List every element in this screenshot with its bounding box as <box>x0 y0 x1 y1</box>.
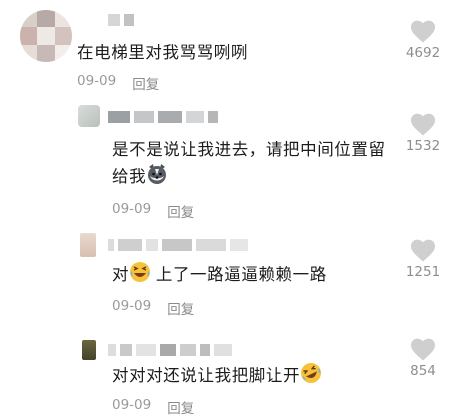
heart-icon <box>410 239 436 262</box>
comment-text-content: 对对对还说让我把脚让开 <box>112 366 301 385</box>
husky-face-icon <box>146 163 168 193</box>
reply-button[interactable]: 回复 <box>167 397 194 417</box>
comment-date: 09-09 <box>112 298 152 314</box>
comment-text: 对 上了一路逼逼赖赖一路 <box>112 261 327 291</box>
username-blurred[interactable] <box>108 239 248 251</box>
like-count: 1251 <box>405 264 441 280</box>
comment-meta: 09-09 回复 <box>112 397 194 417</box>
heart-icon <box>410 338 436 361</box>
comment-meta: 09-09 回复 <box>112 298 194 318</box>
reply-button[interactable]: 回复 <box>132 73 159 93</box>
username-blurred[interactable] <box>108 344 232 356</box>
comment-date: 09-09 <box>112 397 152 413</box>
comment-item: 对 上了一路逼逼赖赖一路 09-09 回复 1251 <box>0 217 453 322</box>
like-button[interactable]: 854 <box>393 338 453 379</box>
comment-text: 对对对还说让我把脚让开 <box>112 362 322 392</box>
rofl-face-icon <box>300 362 322 392</box>
like-button[interactable]: 4692 <box>393 20 453 61</box>
comment-text: 是不是说让我进去，请把中间位置留给我 <box>112 137 402 193</box>
comment-meta: 09-09 回复 <box>77 73 159 93</box>
avatar[interactable] <box>80 233 96 257</box>
like-count: 854 <box>410 363 436 379</box>
comment-text-content: 对 <box>112 265 130 284</box>
comment-date: 09-09 <box>77 73 117 89</box>
comment-item: 对对对还说让我把脚让开 09-09 回复 854 <box>0 322 453 417</box>
comment-item: 在电梯里对我骂骂咧咧 09-09 回复 4692 <box>0 0 453 95</box>
like-count: 4692 <box>405 45 441 61</box>
username-blurred[interactable] <box>108 14 134 26</box>
avatar[interactable] <box>82 340 96 360</box>
comment-text-content-2: 上了一路逼逼赖赖一路 <box>155 265 327 284</box>
heart-icon <box>410 20 436 43</box>
reply-button[interactable]: 回复 <box>167 298 194 318</box>
heart-icon <box>410 113 436 136</box>
avatar[interactable] <box>20 10 72 62</box>
like-button[interactable]: 1532 <box>393 113 453 154</box>
avatar[interactable] <box>78 105 100 127</box>
like-count: 1532 <box>405 138 441 154</box>
username-blurred[interactable] <box>108 111 218 123</box>
comment-item: 是不是说让我进去，请把中间位置留给我 09-09 回复 1532 <box>0 95 453 221</box>
comment-text: 在电梯里对我骂骂咧咧 <box>77 43 248 62</box>
laughing-face-icon <box>129 261 151 291</box>
like-button[interactable]: 1251 <box>393 239 453 280</box>
